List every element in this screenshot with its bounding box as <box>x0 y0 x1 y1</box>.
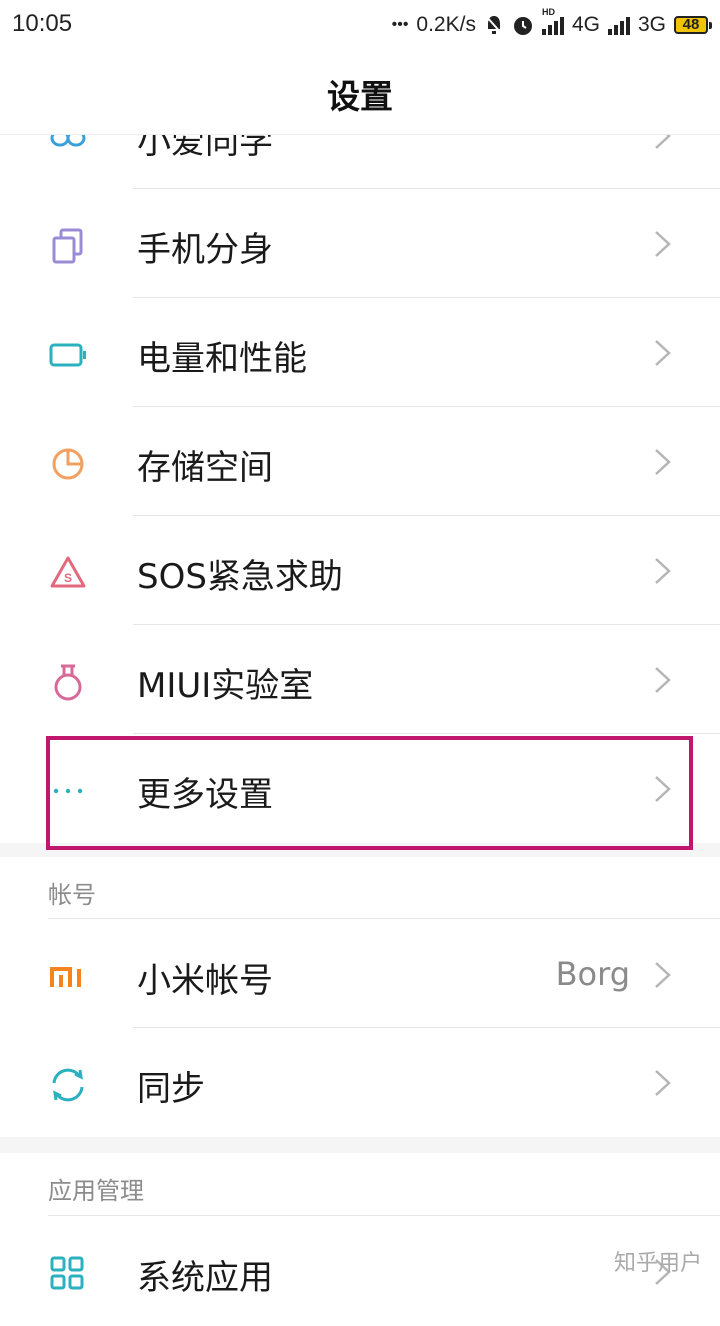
lab-flask-icon <box>48 662 88 702</box>
status-time: 10:05 <box>12 10 73 37</box>
highlight-box <box>46 736 693 850</box>
account-name-value: Borg <box>555 955 630 993</box>
settings-item-label: 同步 <box>137 1069 205 1109</box>
section-header-apps: 应用管理 <box>48 1177 144 1205</box>
chevron-right-icon <box>655 667 671 693</box>
svg-text:S: S <box>64 571 72 585</box>
divider <box>48 1215 720 1216</box>
sync-icon <box>48 1065 88 1105</box>
battery-level: 48 <box>682 16 700 33</box>
divider <box>133 515 720 516</box>
settings-item-label: 系统应用 <box>137 1258 273 1298</box>
settings-page: 小爱同学 手机分身 电量和性能 存储空间 S SOS紧急求助 MIUI实验室 更… <box>0 0 720 1298</box>
settings-item-sos[interactable]: S SOS紧急求助 <box>0 517 720 625</box>
settings-item-label: SOS紧急求助 <box>137 557 343 597</box>
sos-icon: S <box>48 553 88 593</box>
chevron-right-icon <box>655 1070 671 1096</box>
settings-item-miui-lab[interactable]: MIUI实验室 <box>0 626 720 734</box>
hd-badge: HD <box>541 7 555 17</box>
page-title: 设置 <box>327 77 393 116</box>
network-type-1: 4G <box>571 13 600 36</box>
settings-item-sync[interactable]: 同步 <box>0 1029 720 1137</box>
settings-item-dual-apps[interactable]: 手机分身 <box>0 190 720 298</box>
settings-item-label: 手机分身 <box>137 230 273 270</box>
chevron-right-icon <box>655 962 671 988</box>
status-bar: 10:05 ••• 0.2K/s HD 4G 3G 48 <box>0 0 720 52</box>
settings-item-label: MIUI实验室 <box>137 666 314 706</box>
signal-strength-2-icon <box>607 15 630 35</box>
chevron-right-icon <box>655 231 671 257</box>
battery-icon <box>48 335 88 375</box>
signal-strength-1-icon <box>541 15 564 35</box>
settings-item-system-apps[interactable]: 系统应用 <box>0 1218 720 1326</box>
title-bar: 设置 <box>0 52 720 135</box>
divider <box>133 297 720 298</box>
mi-logo-icon <box>48 957 88 997</box>
settings-item-mi-account[interactable]: 小米帐号 Borg <box>0 921 720 1029</box>
grid-apps-icon <box>48 1254 88 1294</box>
settings-item-storage[interactable]: 存储空间 <box>0 408 720 516</box>
settings-item-battery[interactable]: 电量和性能 <box>0 299 720 407</box>
status-icons: ••• 0.2K/s HD 4G 3G 48 <box>391 7 712 40</box>
chevron-right-icon <box>655 558 671 584</box>
net-speed: 0.2K/s <box>416 13 476 36</box>
mute-bell-icon <box>485 15 503 35</box>
settings-item-label: 存储空间 <box>137 448 273 488</box>
chevron-right-icon <box>655 340 671 366</box>
divider <box>133 733 720 734</box>
divider <box>133 1027 720 1028</box>
alarm-clock-icon <box>513 17 532 35</box>
divider <box>133 406 720 407</box>
battery-indicator: 48 <box>674 16 712 34</box>
settings-item-label: 电量和性能 <box>137 339 307 379</box>
chevron-right-icon <box>655 449 671 475</box>
dual-apps-icon <box>48 226 88 266</box>
watermark: 知乎用户 <box>613 1251 702 1276</box>
settings-item-label: 小米帐号 <box>137 961 273 1001</box>
section-gap <box>0 1137 720 1153</box>
network-type-2: 3G <box>637 13 666 36</box>
more-notifications-icon: ••• <box>391 16 409 33</box>
section-header-account: 帐号 <box>48 881 96 909</box>
divider <box>133 624 720 625</box>
divider <box>133 188 720 189</box>
divider <box>48 918 720 919</box>
storage-pie-icon <box>48 444 88 484</box>
